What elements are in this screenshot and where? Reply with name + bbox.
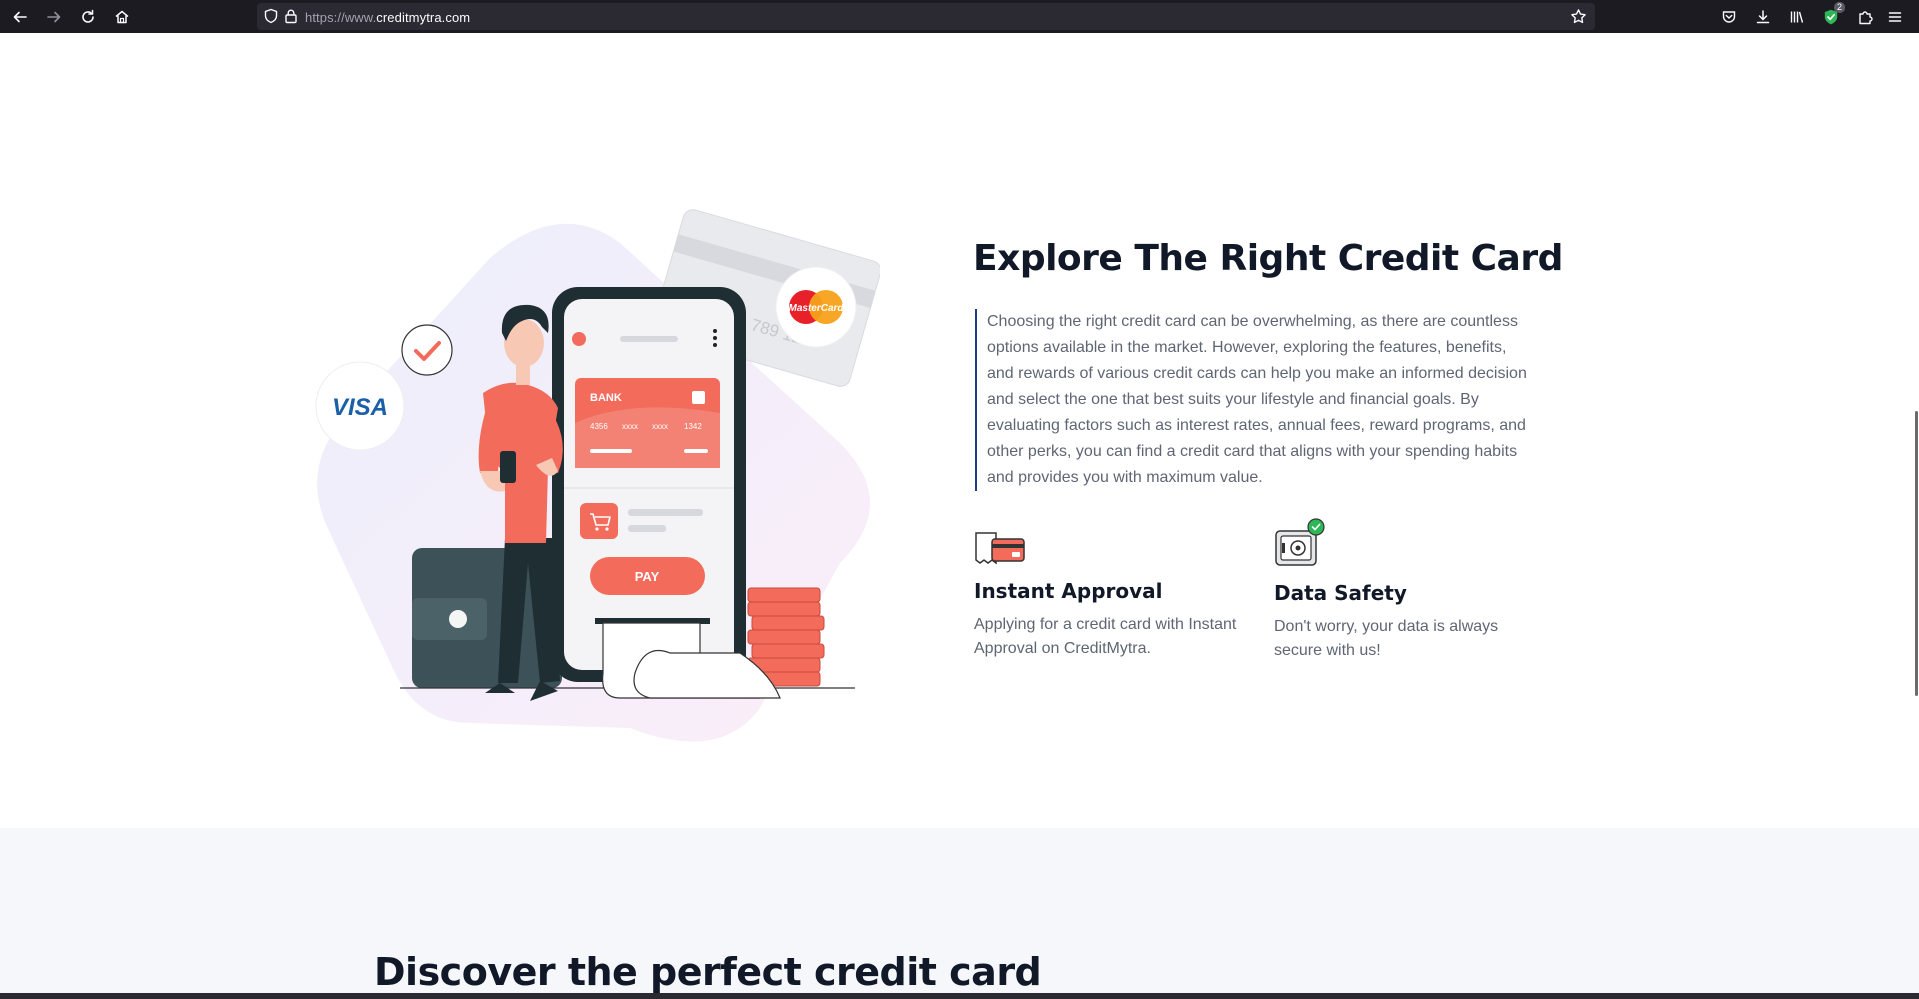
credit-card-receipt-icon — [974, 529, 1264, 565]
home-icon[interactable] — [111, 6, 133, 28]
bottom-edge — [0, 993, 1919, 999]
feature-instant-approval: Instant Approval Applying for a credit c… — [974, 529, 1264, 661]
card-bank-label: BANK — [590, 392, 622, 404]
extension-badge: 2 — [1833, 2, 1845, 13]
mastercard-badge: MasterCard — [775, 266, 857, 348]
discover-title: Discover the perfect credit card — [374, 950, 1042, 994]
card-number-2: xxxx — [622, 422, 638, 431]
feature-text: Applying for a credit card with Instant … — [974, 616, 1237, 657]
pocket-icon[interactable] — [1718, 6, 1740, 28]
feature-text: Don't worry, your data is always secure … — [1274, 618, 1499, 659]
visa-label: VISA — [332, 394, 388, 421]
check-bubble-icon — [401, 324, 453, 376]
puzzle-icon[interactable] — [1854, 6, 1876, 28]
url-prefix: https://www. — [305, 10, 377, 25]
card-number-3: xxxx — [652, 422, 668, 431]
page-scrollbar[interactable] — [1915, 411, 1918, 696]
section-description: Choosing the right credit card can be ov… — [987, 313, 1527, 486]
pay-button-label: PAY — [635, 569, 660, 584]
shield-icon[interactable] — [263, 8, 279, 29]
browser-toolbar: https://www.creditmytra.com 2 — [0, 0, 1919, 33]
card-number-4: 1342 — [684, 422, 702, 431]
address-bar[interactable]: https://www.creditmytra.com — [257, 3, 1595, 30]
download-icon[interactable] — [1752, 6, 1774, 28]
bookmark-star-icon[interactable] — [1570, 8, 1587, 30]
forward-icon[interactable] — [43, 6, 65, 28]
safe-vault-icon — [1274, 517, 1534, 567]
mastercard-label: MasterCard — [788, 303, 844, 314]
visa-badge: VISA — [315, 361, 405, 451]
feature-data-safety: Data Safety Don't worry, your data is al… — [1274, 517, 1534, 663]
reload-icon[interactable] — [77, 6, 99, 28]
url-domain: creditmytra.com — [376, 10, 471, 25]
section-title: Explore The Right Credit Card — [973, 238, 1563, 279]
back-icon[interactable] — [9, 6, 31, 28]
extension-shield-icon[interactable]: 2 — [1820, 2, 1845, 28]
lock-icon[interactable] — [283, 8, 299, 29]
card-number-1: 4356 — [590, 422, 608, 431]
credit-card-illustration: 789 123 MasterCard VISA BANK 4356 xxxx x… — [315, 209, 880, 742]
feature-title: Data Safety — [1274, 581, 1407, 605]
library-icon[interactable] — [1786, 6, 1808, 28]
description-block: Choosing the right credit card can be ov… — [975, 309, 1535, 491]
url-text[interactable]: https://www.creditmytra.com — [305, 10, 470, 25]
menu-icon[interactable] — [1884, 6, 1906, 28]
feature-title: Instant Approval — [974, 579, 1163, 603]
